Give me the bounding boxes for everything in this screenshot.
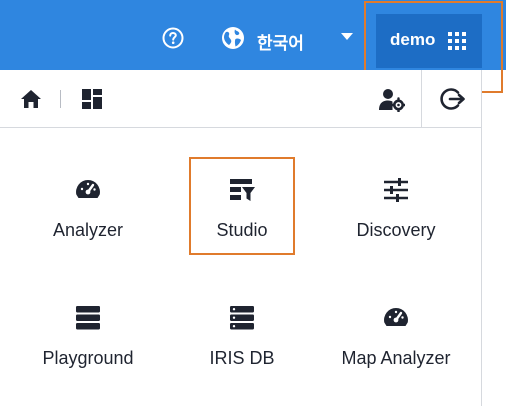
top-header-bar: 한국어 demo [0, 0, 506, 70]
language-label[interactable]: 한국어 [257, 29, 304, 54]
user-menu-button[interactable]: demo [376, 14, 482, 68]
speedometer-icon [384, 308, 408, 326]
user-cog-icon[interactable] [379, 88, 405, 112]
server-icon [230, 306, 254, 330]
home-icon[interactable] [20, 89, 42, 109]
globe-icon[interactable] [221, 26, 245, 50]
studio-filter-icon [230, 179, 255, 201]
app-label: Studio [216, 220, 268, 240]
app-label: Map Analyzer [341, 348, 451, 368]
logout-icon[interactable] [439, 86, 465, 112]
sliders-icon [384, 178, 408, 202]
help-icon[interactable] [162, 27, 184, 49]
app-label: Playground [42, 348, 134, 368]
stack-icon [76, 306, 100, 330]
app-label: Analyzer [52, 220, 124, 240]
app-analyzer[interactable]: Analyzer [12, 176, 164, 266]
speedometer-icon [76, 180, 100, 198]
app-label: IRIS DB [209, 348, 275, 368]
toolbar-divider [60, 90, 61, 108]
app-iris-db[interactable]: IRIS DB [166, 304, 318, 394]
app-label: Discovery [356, 220, 436, 240]
app-playground[interactable]: Playground [12, 304, 164, 394]
app-map-analyzer[interactable]: Map Analyzer [320, 304, 472, 394]
apps-panel: Analyzer Studio Discovery Playground IRI… [0, 128, 482, 406]
toolbar-divider-right [421, 70, 422, 127]
dashboard-icon[interactable] [81, 88, 103, 110]
grid-apps-icon [448, 32, 466, 50]
caret-down-icon[interactable] [340, 32, 354, 42]
app-studio[interactable]: Studio [166, 176, 318, 266]
toolbar [0, 70, 482, 128]
user-name: demo [390, 30, 436, 49]
app-discovery[interactable]: Discovery [320, 176, 472, 266]
